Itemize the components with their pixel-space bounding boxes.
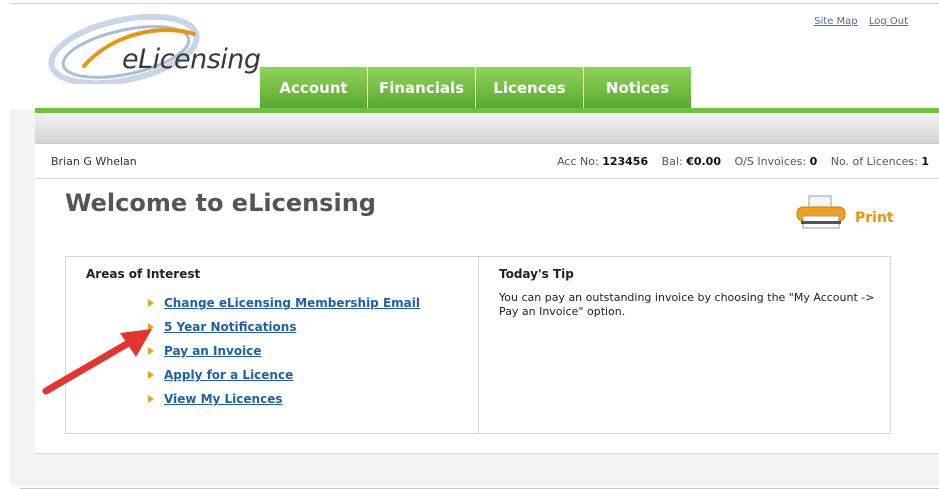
printer-icon <box>796 195 846 229</box>
view-licences-link[interactable]: View My Licences <box>164 392 282 406</box>
list-item: Pay an Invoice <box>148 339 420 363</box>
site-map-link[interactable]: Site Map <box>814 16 857 27</box>
tab-licences[interactable]: Licences <box>476 67 583 109</box>
list-item: Change eLicensing Membership Email <box>148 291 420 315</box>
print-button[interactable]: Print <box>793 194 894 234</box>
page-title: Welcome to eLicensing <box>65 189 376 217</box>
tab-account[interactable]: Account <box>260 67 367 109</box>
red-annotation-arrow-icon <box>42 329 152 395</box>
tab-notices[interactable]: Notices <box>584 67 691 109</box>
acc-no-value: 123456 <box>602 155 649 168</box>
top-links: Site Map Log Out <box>806 16 908 27</box>
browser-content: eLicensing Site Map Log Out Account Fina… <box>10 3 939 489</box>
list-item: 5 Year Notifications <box>148 315 420 339</box>
info-panel: Areas of Interest Change eLicensing Memb… <box>65 256 891 434</box>
areas-links: Change eLicensing Membership Email 5 Yea… <box>148 291 420 411</box>
tab-financials[interactable]: Financials <box>368 67 475 109</box>
subnav-bar <box>35 113 939 144</box>
change-email-link[interactable]: Change eLicensing Membership Email <box>164 296 420 310</box>
list-item: Apply for a Licence <box>148 363 420 387</box>
licences-label: No. of Licences: <box>830 155 918 168</box>
main-nav-tabs: Account Financials Licences Notices <box>260 67 692 109</box>
tip-title: Today's Tip <box>499 267 574 281</box>
os-invoices-label: O/S Invoices: <box>734 155 807 168</box>
five-year-notifications-link[interactable]: 5 Year Notifications <box>164 320 296 334</box>
todays-tip: Today's Tip You can pay an outstanding i… <box>479 257 890 433</box>
acc-no-label: Acc No: <box>557 155 599 168</box>
bullet-arrow-icon <box>148 299 154 307</box>
areas-title: Areas of Interest <box>86 267 201 281</box>
print-label: Print <box>855 210 894 226</box>
licences-value: 1 <box>921 155 929 168</box>
balance-label: Bal: <box>661 155 683 168</box>
os-invoices-value: 0 <box>809 155 818 168</box>
main-content: Welcome to eLicensing Print Areas of Int… <box>35 179 939 454</box>
account-info-bar: Brian G Whelan Acc No: 123456 Bal: €0.00… <box>35 144 939 179</box>
logo-text[interactable]: eLicensing <box>122 44 261 75</box>
pay-invoice-link[interactable]: Pay an Invoice <box>164 344 261 358</box>
site-header: eLicensing Site Map Log Out Account Fina… <box>10 4 939 110</box>
apply-licence-link[interactable]: Apply for a Licence <box>164 368 293 382</box>
user-name: Brian G Whelan <box>51 155 137 168</box>
list-item: View My Licences <box>148 387 420 411</box>
account-summary: Acc No: 123456 Bal: €0.00 O/S Invoices: … <box>557 155 929 168</box>
log-out-link[interactable]: Log Out <box>869 16 908 27</box>
balance-value: €0.00 <box>686 155 721 168</box>
tip-text: You can pay an outstanding invoice by ch… <box>499 291 875 318</box>
